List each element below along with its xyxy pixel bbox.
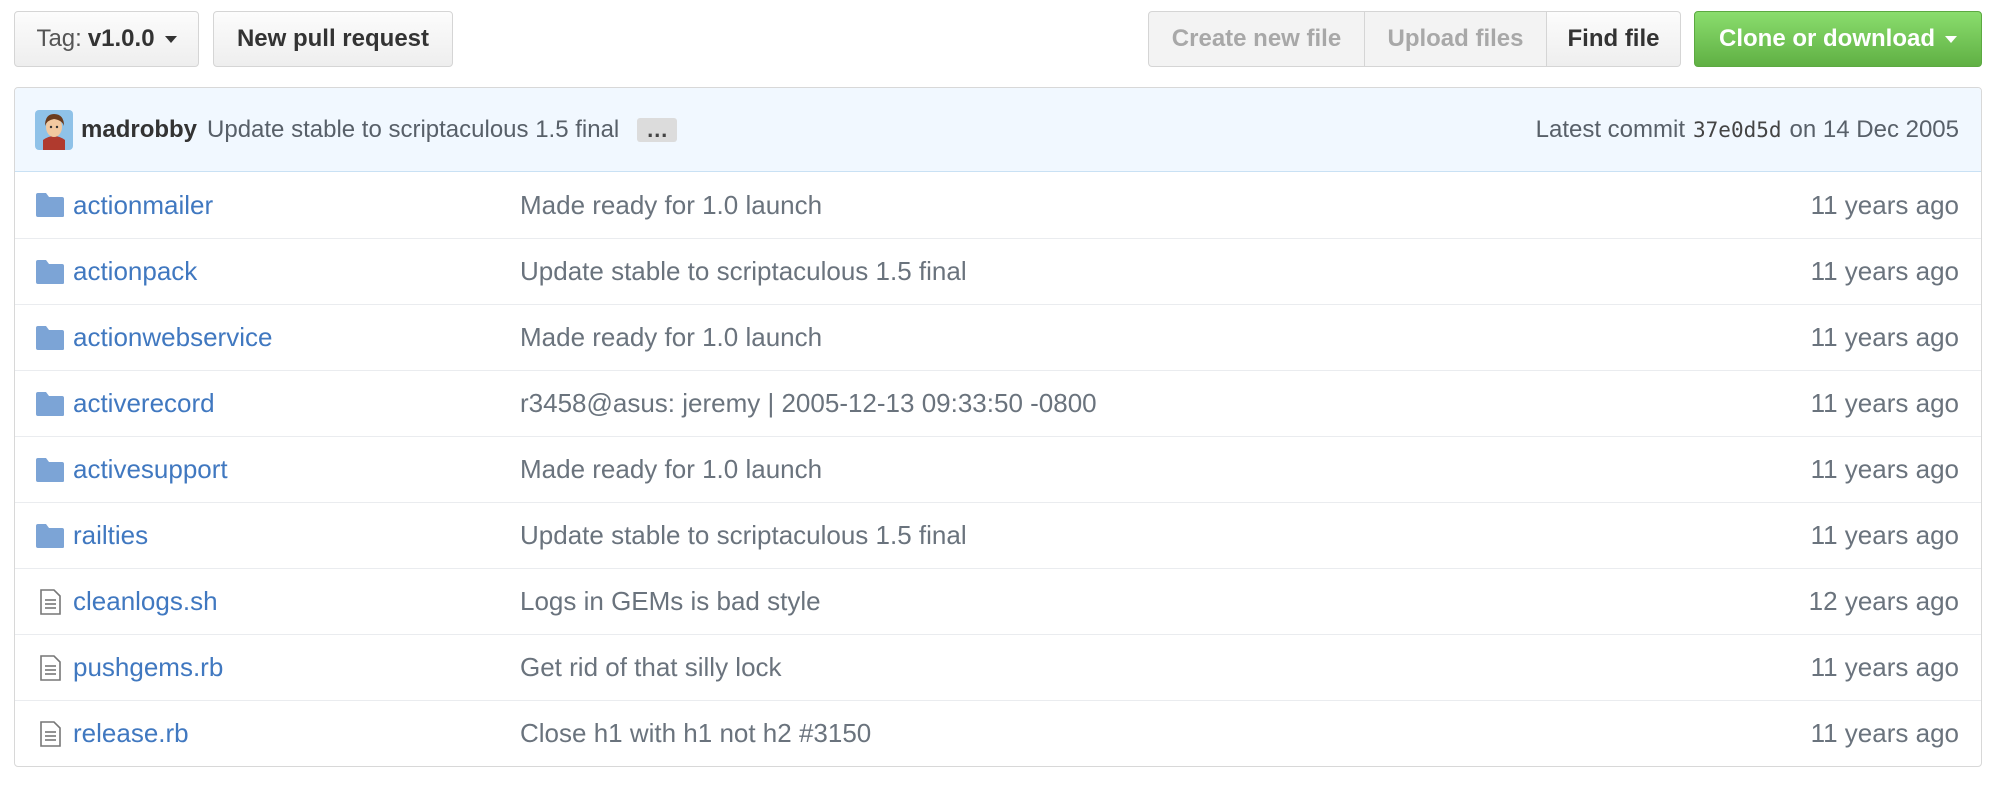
file-icon [35,720,65,747]
latest-commit-info: Latest commit 37e0d5d on 14 Dec 2005 [1536,88,1959,172]
create-new-file-button[interactable]: Create new file [1148,11,1365,67]
folder-icon [35,523,65,549]
avatar[interactable] [35,109,73,150]
file-age: 11 years ago [1810,718,1959,748]
file-name-link[interactable]: actionwebservice [73,322,272,353]
file-row: release.rb Close h1 with h1 not h2 #3150 1… [15,700,1981,766]
file-row: actionmailer Made ready for 1.0 launch 11 … [15,172,1981,238]
tag-label: Tag: [36,25,82,52]
folder-icon [35,192,65,218]
file-listing: madrobby Update stable to scriptaculous … [14,87,1982,767]
commit-date: on 14 Dec 2005 [1789,116,1959,143]
latest-commit-label: Latest commit [1535,116,1686,143]
file-name-link[interactable]: pushgems.rb [73,652,223,683]
folder-icon [35,325,65,351]
file-row: activesupport Made ready for 1.0 launch 11… [15,436,1981,502]
tag-value: v1.0.0 [87,25,155,52]
file-age: 11 years ago [1810,322,1959,352]
file-commit-message-link[interactable]: Update stable to scriptaculous 1.5 final [520,256,967,287]
file-row: cleanlogs.sh Logs in GEMs is bad style 12 … [15,568,1981,634]
file-commit-message-link[interactable]: Close h1 with h1 not h2 #3150 [520,718,871,749]
file-actions-group: Create new file Upload files Find file [1148,11,1681,67]
file-name-link[interactable]: activesupport [73,454,228,485]
file-row: pushgems.rb Get rid of that silly lock 11 … [15,634,1981,700]
file-commit-message-link[interactable]: Logs in GEMs is bad style [520,586,821,617]
file-age: 12 years ago [1808,586,1959,616]
caret-down-icon [1945,35,1957,43]
file-commit-message-link[interactable]: Made ready for 1.0 launch [520,190,822,221]
file-commit-message-link[interactable]: Made ready for 1.0 launch [520,454,822,485]
file-name-link[interactable]: release.rb [73,718,189,749]
commit-message-link[interactable]: Update stable to scriptaculous 1.5 final [207,116,619,144]
caret-down-icon [164,35,177,43]
find-file-button[interactable]: Find file [1547,11,1681,67]
file-name-link[interactable]: railties [73,520,148,551]
file-age: 11 years ago [1810,189,1959,220]
file-name-link[interactable]: cleanlogs.sh [73,586,218,617]
file-name-link[interactable]: activerecord [73,388,215,419]
file-commit-message-link[interactable]: Made ready for 1.0 launch [520,322,822,353]
clone-or-download-button[interactable]: Clone or download [1694,11,1982,67]
file-commit-message-link[interactable]: Update stable to scriptaculous 1.5 final [520,520,967,551]
file-icon [35,588,65,615]
file-name-link[interactable]: actionmailer [73,190,213,221]
file-commit-message-link[interactable]: r3458@asus: jeremy | 2005-12-13 09:33:50… [520,388,1097,419]
folder-icon [35,457,65,483]
folder-icon [35,259,65,285]
latest-commit-bar: madrobby Update stable to scriptaculous … [15,88,1981,172]
file-row: railties Update stable to scriptaculous 1… [15,502,1981,568]
file-row: actionwebservice Made ready for 1.0 launc… [15,304,1981,370]
folder-icon [35,391,65,417]
file-row: activerecord r3458@asus: jeremy | 2005-12… [15,370,1981,436]
new-pull-request-button[interactable]: New pull request [213,11,453,67]
file-age: 11 years ago [1810,454,1959,484]
file-age: 11 years ago [1810,652,1959,682]
repo-toolbar: Tag: v1.0.0 New pull request Create new … [0,0,1998,86]
commit-author-link[interactable]: madrobby [81,116,197,144]
commit-sha-link[interactable]: 37e0d5d [1693,118,1782,142]
tag-select-button[interactable]: Tag: v1.0.0 [14,11,199,67]
expand-commit-message-button[interactable]: … [637,117,678,142]
file-age: 11 years ago [1810,520,1959,550]
clone-or-download-label: Clone or download [1719,25,1935,52]
upload-files-button[interactable]: Upload files [1365,11,1547,67]
file-age: 11 years ago [1810,256,1959,286]
file-row: actionpack Update stable to scriptaculous… [15,238,1981,304]
file-commit-message-link[interactable]: Get rid of that silly lock [520,652,782,683]
file-rows: actionmailer Made ready for 1.0 launch 11 … [15,172,1981,766]
file-age: 11 years ago [1810,388,1959,418]
file-name-link[interactable]: actionpack [73,256,197,287]
file-icon [35,654,65,681]
